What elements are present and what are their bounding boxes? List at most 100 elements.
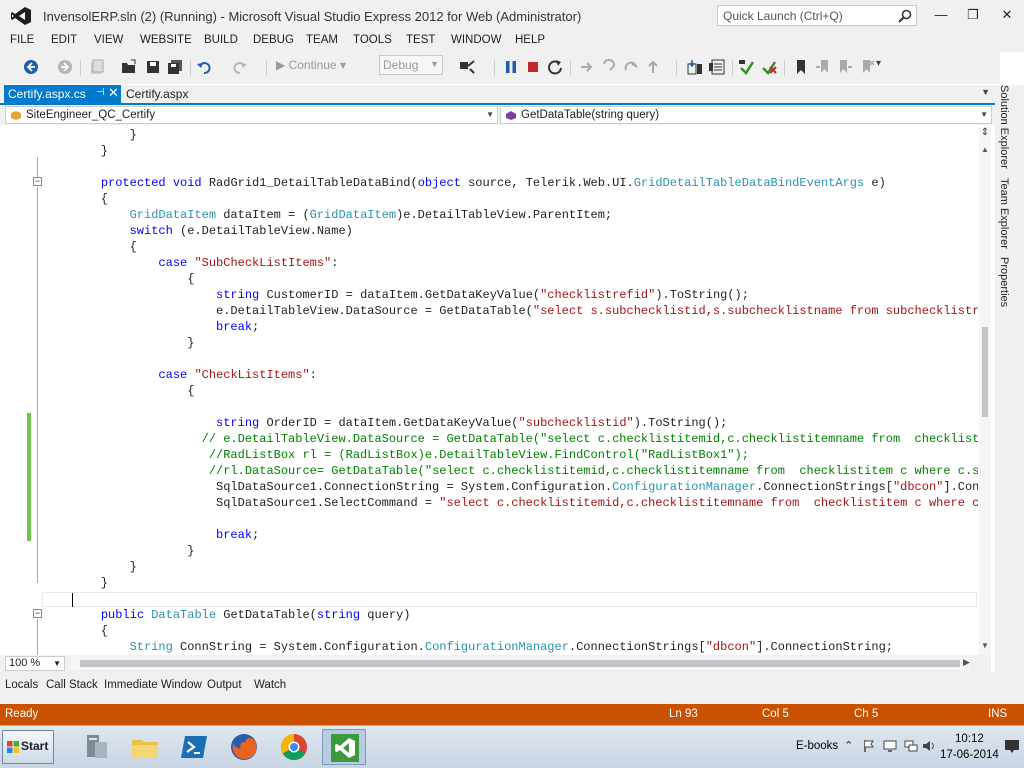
chevron-down-icon[interactable]: ▼ — [981, 87, 990, 97]
menu-build[interactable]: BUILD — [204, 34, 238, 46]
code-line[interactable]: SqlDataSource1.SelectCommand = "select c… — [72, 495, 978, 511]
tab-solution-explorer[interactable]: Solution Explorer — [998, 85, 1010, 169]
code-line[interactable]: string CustomerID = dataItem.GetDataKeyV… — [72, 287, 978, 303]
close-button[interactable]: ✕ — [997, 6, 1017, 24]
restart-icon[interactable] — [546, 58, 564, 76]
taskbar-chrome[interactable] — [272, 729, 316, 765]
tab-certify-aspx-cs[interactable]: Certify.aspx.cs ⊣ ✕ — [4, 85, 121, 103]
undo-icon[interactable] — [196, 58, 214, 76]
menu-test[interactable]: TEST — [406, 34, 435, 46]
zoom-select[interactable]: 100 % ▼ — [5, 656, 65, 671]
tab-team-explorer[interactable]: Team Explorer — [998, 178, 1010, 249]
code-line[interactable]: string OrderID = dataItem.GetDataKeyValu… — [72, 415, 978, 431]
network-icon[interactable] — [904, 739, 918, 753]
code-line[interactable]: { — [72, 383, 978, 399]
code-line[interactable]: } — [72, 335, 978, 351]
tab-locals[interactable]: Locals — [5, 679, 38, 691]
code-line[interactable]: SqlDataSource1.ConnectionString = System… — [72, 479, 978, 495]
code-line[interactable]: // e.DetailTableView.DataSource = GetDat… — [72, 431, 978, 447]
menu-tools[interactable]: TOOLS — [353, 34, 392, 46]
code-line[interactable]: break; — [72, 319, 978, 335]
display-icon[interactable] — [883, 739, 897, 753]
format-document-icon[interactable] — [708, 58, 726, 76]
code-line[interactable]: } — [72, 543, 978, 559]
solution-configuration-select[interactable]: Debug ▼ — [379, 55, 443, 75]
notification-icon[interactable] — [1004, 736, 1020, 756]
taskbar-toolbar-label[interactable]: E-books — [796, 740, 838, 752]
volume-icon[interactable] — [922, 739, 936, 753]
step-out-icon[interactable] — [644, 58, 662, 76]
tab-output[interactable]: Output — [207, 679, 242, 691]
menu-website[interactable]: WEBSITE — [140, 34, 192, 46]
pause-icon[interactable] — [502, 58, 520, 76]
code-lines[interactable]: } } protected void RadGrid1_DetailTableD… — [72, 127, 978, 655]
menu-edit[interactable]: EDIT — [51, 34, 77, 46]
vertical-scrollbar[interactable]: ⇕ ▲ ▼ — [979, 127, 991, 655]
taskbar-powershell[interactable] — [172, 729, 216, 765]
tab-certify-aspx[interactable]: Certify.aspx — [126, 87, 188, 101]
taskbar-server-manager[interactable] — [74, 729, 118, 765]
code-line[interactable]: break; — [72, 527, 978, 543]
code-line[interactable]: protected void RadGrid1_DetailTableDataB… — [72, 175, 978, 191]
menu-window[interactable]: WINDOW — [451, 34, 501, 46]
code-line[interactable] — [72, 351, 978, 367]
code-line[interactable]: //rl.DataSource= GetDataTable("select c.… — [72, 463, 978, 479]
scroll-up-icon[interactable]: ▲ — [981, 145, 989, 154]
code-line[interactable]: } — [72, 559, 978, 575]
code-line[interactable]: { — [72, 271, 978, 287]
close-icon[interactable]: ✕ — [108, 85, 119, 101]
save-all-icon[interactable] — [166, 58, 184, 76]
code-line[interactable]: { — [72, 239, 978, 255]
menu-view[interactable]: VIEW — [94, 34, 123, 46]
code-line[interactable]: e.DetailTableView.DataSource = GetDataTa… — [72, 303, 978, 319]
quick-launch-input[interactable]: Quick Launch (Ctrl+Q) — [717, 5, 917, 26]
tab-call-stack[interactable]: Call Stack — [46, 679, 98, 691]
scroll-down-icon[interactable]: ▼ — [981, 641, 989, 650]
code-line[interactable]: case "CheckListItems": — [72, 367, 978, 383]
clock-date[interactable]: 17-06-2014 — [940, 749, 999, 761]
vertical-scroll-thumb[interactable] — [982, 327, 988, 417]
code-line[interactable]: } — [72, 143, 978, 159]
add-bookmark-icon[interactable] — [738, 58, 756, 76]
code-line[interactable] — [72, 591, 978, 607]
horizontal-scroll-thumb[interactable] — [80, 660, 960, 667]
code-line[interactable] — [72, 159, 978, 175]
taskbar-file-explorer[interactable] — [123, 729, 167, 765]
code-line[interactable]: case "SubCheckListItems": — [72, 255, 978, 271]
toolbar-overflow-icon[interactable]: ▾ — [876, 58, 894, 76]
restore-button[interactable]: ❐ — [963, 6, 983, 24]
navigate-back-icon[interactable] — [22, 58, 40, 76]
code-line[interactable] — [72, 399, 978, 415]
menu-file[interactable]: FILE — [10, 34, 34, 46]
attach-process-icon[interactable] — [458, 58, 476, 76]
code-line[interactable]: //RadListBox rl = (RadListBox)e.DetailTa… — [72, 447, 978, 463]
code-line[interactable]: public DataTable GetDataTable(string que… — [72, 607, 978, 623]
save-icon[interactable] — [144, 58, 162, 76]
bookmark-icon[interactable] — [792, 58, 810, 76]
clock-time[interactable]: 10:12 — [955, 733, 984, 745]
open-file-icon[interactable] — [120, 58, 138, 76]
search-icon[interactable] — [898, 9, 912, 23]
pin-icon[interactable]: ⊣ — [96, 87, 105, 98]
previous-bookmark-icon[interactable] — [814, 58, 832, 76]
minimize-button[interactable]: — — [931, 6, 951, 24]
code-editor[interactable]: − − } } protected void RadGrid1_DetailTa… — [5, 127, 978, 655]
code-line[interactable]: String ConnString = System.Configuration… — [72, 639, 978, 655]
show-hidden-icons-icon[interactable]: ⌃ — [844, 739, 858, 753]
show-next-statement-icon[interactable] — [578, 58, 596, 76]
remove-bookmark-icon[interactable] — [760, 58, 778, 76]
code-line[interactable]: } — [72, 127, 978, 143]
member-dropdown[interactable]: GetDataTable(string query) ▼ — [500, 106, 992, 124]
redo-icon[interactable] — [230, 58, 248, 76]
clear-bookmarks-icon[interactable] — [858, 58, 876, 76]
tab-properties[interactable]: Properties — [998, 257, 1010, 307]
taskbar-visual-studio[interactable] — [322, 729, 366, 765]
step-into-icon[interactable] — [600, 58, 618, 76]
collapse-icon[interactable]: − — [33, 177, 42, 186]
code-line[interactable]: switch (e.DetailTableView.Name) — [72, 223, 978, 239]
code-line[interactable]: GridDataItem dataItem = (GridDataItem)e.… — [72, 207, 978, 223]
start-button[interactable]: Start — [2, 730, 54, 764]
next-bookmark-icon[interactable] — [836, 58, 854, 76]
new-project-icon[interactable] — [88, 58, 106, 76]
step-over-icon[interactable] — [622, 58, 640, 76]
